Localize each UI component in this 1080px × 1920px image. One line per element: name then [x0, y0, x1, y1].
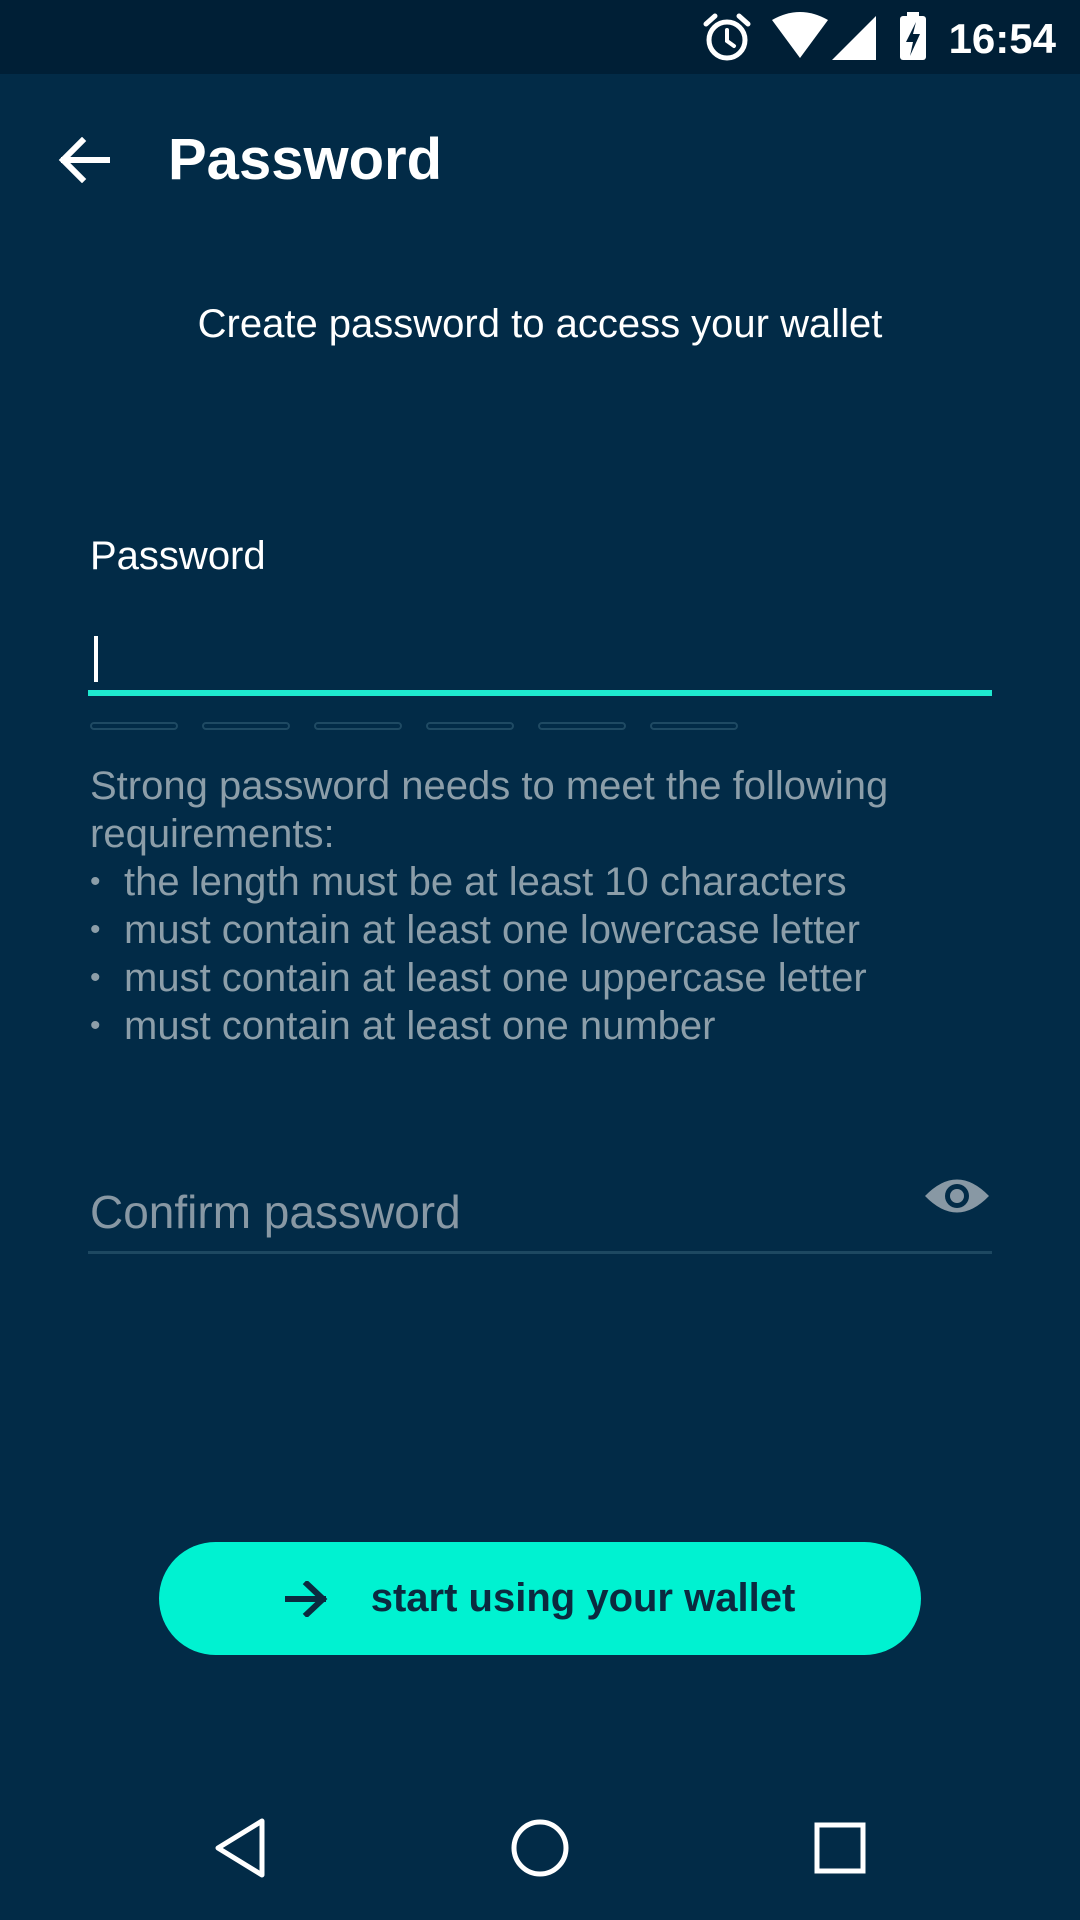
- strength-segment: [538, 722, 626, 730]
- recents-square-icon: [814, 1822, 866, 1874]
- wifi-icon: [772, 12, 828, 58]
- signal-icon: [832, 16, 876, 60]
- nav-back-button[interactable]: [204, 1812, 276, 1884]
- strength-segment: [314, 722, 402, 730]
- strength-segment: [202, 722, 290, 730]
- requirement-item: must contain at least one lowercase lett…: [90, 906, 1010, 954]
- requirement-item: must contain at least one uppercase lett…: [90, 954, 1010, 1002]
- status-bar: 16:54: [0, 0, 1080, 74]
- alarm-icon: [703, 13, 751, 61]
- eye-icon: [925, 1179, 989, 1213]
- nav-recents-button[interactable]: [804, 1812, 876, 1884]
- password-field-label: Password: [90, 534, 266, 578]
- start-using-wallet-button[interactable]: start using your wallet: [159, 1542, 921, 1655]
- toggle-visibility-button[interactable]: [920, 1166, 994, 1226]
- home-circle-icon: [511, 1819, 569, 1877]
- strength-segment: [90, 722, 178, 730]
- battery-charging-icon: [900, 12, 926, 60]
- strength-segment: [650, 722, 738, 730]
- requirements-list: the length must be at least 10 character…: [90, 858, 1010, 1050]
- arrow-right-icon: [284, 1580, 328, 1617]
- back-triangle-icon: [215, 1818, 265, 1878]
- page-title: Password: [168, 127, 442, 192]
- back-button[interactable]: [48, 124, 120, 196]
- confirm-password-input[interactable]: [88, 1172, 992, 1254]
- start-using-wallet-label: start using your wallet: [370, 1576, 796, 1620]
- password-strength-meter: [90, 722, 738, 734]
- strength-segment: [426, 722, 514, 730]
- system-nav-bar: [0, 1776, 1080, 1920]
- requirement-item: the length must be at least 10 character…: [90, 858, 1010, 906]
- page-subtitle: Create password to access your wallet: [197, 302, 883, 346]
- nav-home-button[interactable]: [504, 1812, 576, 1884]
- app-bar: Password: [0, 74, 1080, 244]
- status-time: 16:54: [948, 15, 1056, 62]
- arrow-back-icon: [58, 137, 110, 183]
- requirement-item: must contain at least one number: [90, 1002, 1010, 1050]
- password-requirements: Strong password needs to meet the follow…: [90, 762, 1010, 1050]
- password-input[interactable]: [88, 620, 992, 696]
- requirements-intro: Strong password needs to meet the follow…: [90, 764, 889, 856]
- text-cursor: [94, 636, 98, 682]
